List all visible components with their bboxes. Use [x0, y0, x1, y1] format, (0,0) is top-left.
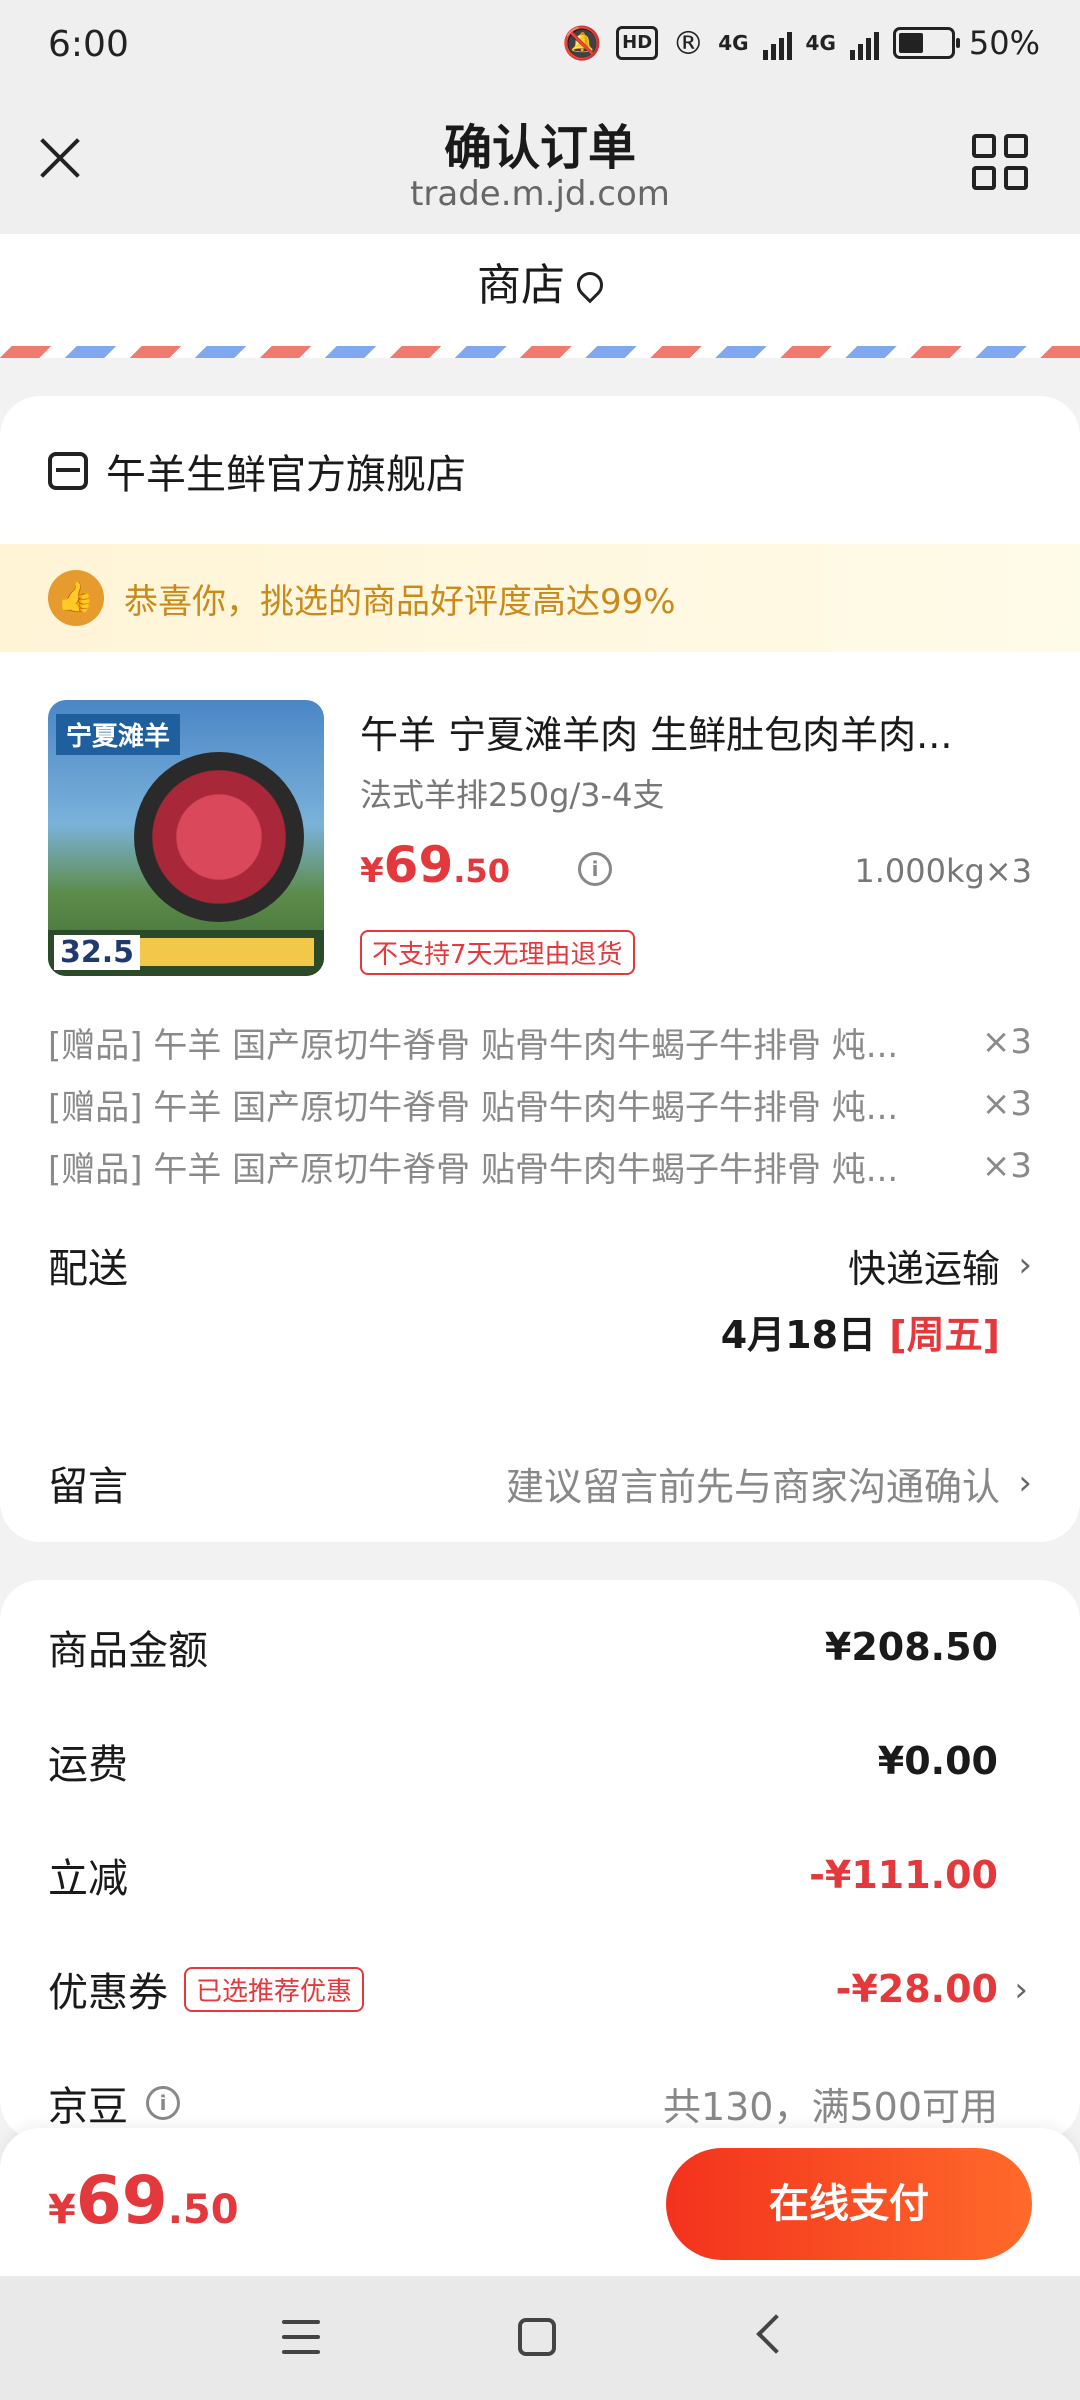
no-return-badge: 不支持7天无理由退货	[360, 930, 635, 975]
page-url: trade.m.jd.com	[410, 174, 670, 214]
checkout-bar: ¥69.50 在线支付	[0, 2128, 1080, 2276]
coupon-label: 优惠券	[48, 1970, 168, 2016]
delivery-label: 配送	[48, 1246, 128, 1292]
message-row[interactable]: 留言 建议留言前先与商家沟通确认 ›	[48, 1448, 1032, 1518]
price-summary-card: 商品金额 ¥208.50 运费 ¥0.00 立减 -¥111.00 优惠券 已选…	[0, 1580, 1080, 2140]
gift-qty: ×3	[981, 1022, 1032, 1062]
thumbs-up-icon: 👍	[48, 570, 104, 626]
discount-value: -¥111.00	[809, 1853, 998, 1897]
product-item[interactable]: 宁夏滩羊 32.5 午羊 宁夏滩羊肉 生鲜肚包肉羊肉... 法式羊排250g/3…	[48, 700, 1032, 980]
product-image-tag: 宁夏滩羊	[56, 714, 181, 755]
shop-address-bar[interactable]: 商店	[0, 234, 1080, 346]
shop-address-label: 商店	[477, 260, 565, 311]
goods-amount-row: 商品金额 ¥208.50	[48, 1612, 998, 1682]
coupon-value: -¥28.00	[835, 1967, 998, 2011]
price-integer: 69	[383, 836, 454, 894]
battery-percent: 50%	[968, 24, 1040, 62]
gift-text: [赠品] 午羊 国产原切牛脊骨 贴骨牛肉牛蝎子牛排骨 炖...	[48, 1149, 899, 1190]
gift-qty: ×3	[981, 1146, 1032, 1186]
network-label-2: 4G	[805, 31, 836, 55]
home-icon[interactable]	[518, 2318, 556, 2356]
product-image-price: 32.5	[54, 935, 141, 970]
shipping-row: 运费 ¥0.00	[48, 1726, 998, 1796]
status-bar: 6:00 🔕 HD ® 4G 4G 50%	[0, 0, 1080, 96]
mute-icon: 🔕	[562, 24, 603, 62]
price-decimal: .50	[453, 852, 510, 890]
promo-strip-graphic	[132, 938, 314, 966]
total-price: ¥69.50	[48, 2162, 239, 2239]
pay-online-button[interactable]: 在线支付	[666, 2148, 1032, 2260]
order-card: 午羊生鲜官方旗舰店 👍 恭喜你，挑选的商品好评度高达99% 宁夏滩羊 32.5 …	[0, 396, 1080, 1542]
menu-icon[interactable]	[282, 2320, 320, 2354]
signal-icon-1	[762, 26, 792, 60]
gift-item: [赠品] 午羊 国产原切牛脊骨 贴骨牛肉牛蝎子牛排骨 炖... ×3	[48, 1012, 1032, 1072]
gift-qty: ×3	[981, 1084, 1032, 1124]
registered-icon: ®	[672, 24, 705, 62]
gift-text: [赠品] 午羊 国产原切牛脊骨 贴骨牛肉牛蝎子牛排骨 炖...	[48, 1025, 899, 1066]
grid-menu-icon[interactable]	[972, 134, 1028, 190]
back-icon[interactable]	[756, 2314, 796, 2354]
airmail-stripe-divider	[0, 346, 1080, 358]
product-image[interactable]: 宁夏滩羊 32.5	[48, 700, 324, 976]
info-icon[interactable]: i	[578, 852, 612, 886]
lamb-plate-graphic	[134, 752, 304, 922]
total-integer: 69	[75, 2162, 168, 2239]
rating-banner: 👍 恭喜你，挑选的商品好评度高达99%	[0, 544, 1080, 652]
delivery-date: 4月18日 [周五]	[721, 1304, 1000, 1359]
product-price: ¥69.50	[360, 836, 510, 894]
jd-beans-value: 共130，满500可用	[662, 2084, 998, 2129]
delivery-date-day: 4月18日	[720, 1313, 877, 1357]
signal-icon-2	[849, 26, 879, 60]
price-symbol: ¥	[360, 851, 384, 891]
system-nav-bar	[0, 2276, 1080, 2400]
page-title: 确认订单	[443, 120, 636, 176]
total-decimal: .50	[167, 2187, 239, 2233]
discount-row: 立减 -¥111.00	[48, 1840, 998, 1910]
page-header: 确认订单 trade.m.jd.com	[0, 96, 1080, 234]
gift-item: [赠品] 午羊 国产原切牛脊骨 贴骨牛肉牛蝎子牛排骨 炖... ×3	[48, 1074, 1032, 1134]
gift-text: [赠品] 午羊 国产原切牛脊骨 贴骨牛肉牛蝎子牛排骨 炖...	[48, 1087, 899, 1128]
message-label: 留言	[48, 1464, 128, 1510]
delivery-row[interactable]: 配送 快递运输 ›	[48, 1230, 1032, 1300]
product-spec: 法式羊排250g/3-4支	[360, 776, 665, 814]
chevron-right-icon: ›	[1018, 1245, 1032, 1285]
coupon-badge: 已选推荐优惠	[184, 1966, 365, 2012]
store-header[interactable]: 午羊生鲜官方旗舰店	[48, 436, 466, 506]
battery-icon	[892, 27, 960, 59]
goods-amount-value: ¥208.50	[824, 1625, 998, 1669]
discount-label: 立减	[48, 1856, 128, 1902]
chevron-right-icon: ›	[1018, 1463, 1032, 1503]
gift-item: [赠品] 午羊 国产原切牛脊骨 贴骨牛肉牛蝎子牛排骨 炖... ×3	[48, 1136, 1032, 1196]
product-quantity: 1.000kg×3	[854, 852, 1032, 890]
hd-icon: HD	[616, 26, 659, 60]
status-time: 6:00	[48, 24, 129, 65]
rating-banner-text: 恭喜你，挑选的商品好评度高达99%	[124, 581, 676, 622]
message-placeholder: 建议留言前先与商家沟通确认	[505, 1464, 1000, 1509]
goods-amount-label: 商品金额	[48, 1628, 208, 1674]
status-icons: 🔕 HD ® 4G 4G 50%	[562, 24, 1040, 62]
info-icon[interactable]: i	[146, 2086, 180, 2120]
delivery-weekday: [周五]	[889, 1313, 1000, 1357]
jd-beans-label: 京豆	[48, 2084, 128, 2130]
coupon-row[interactable]: 优惠券 已选推荐优惠 -¥28.00 ›	[48, 1954, 1028, 2024]
shipping-value: ¥0.00	[877, 1739, 998, 1783]
store-icon	[48, 452, 88, 490]
product-title: 午羊 宁夏滩羊肉 生鲜肚包肉羊肉...	[360, 713, 953, 757]
network-label-1: 4G	[718, 31, 749, 55]
delivery-method: 快递运输	[847, 1246, 1000, 1291]
shipping-label: 运费	[48, 1742, 128, 1788]
store-name: 午羊生鲜官方旗舰店	[106, 452, 466, 498]
location-pin-icon	[571, 266, 609, 304]
total-symbol: ¥	[48, 2187, 76, 2233]
chevron-right-icon: ›	[1014, 1970, 1028, 2010]
